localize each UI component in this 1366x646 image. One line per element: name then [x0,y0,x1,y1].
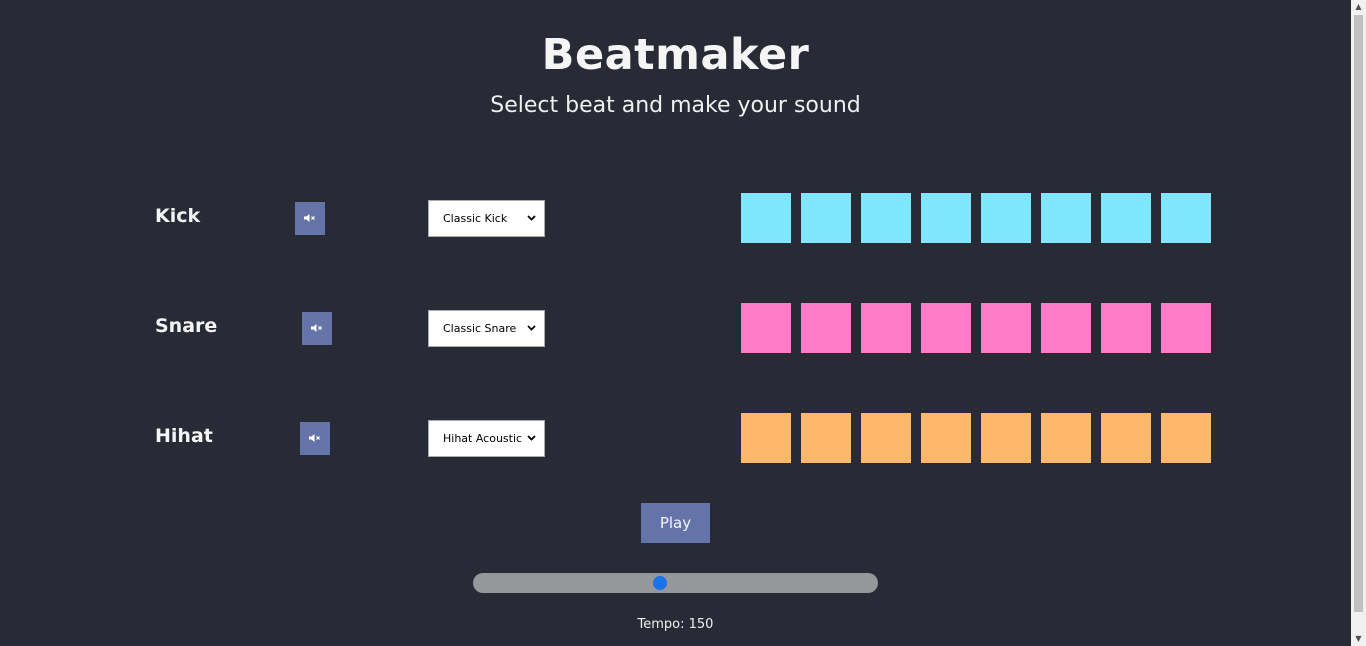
beat-pad-snare-4[interactable] [921,303,971,353]
chevron-down-icon [527,323,536,334]
track-kick: Kick Classic Kick [0,193,1351,243]
sound-select-snare[interactable]: Classic Snare [428,310,545,347]
track-name-snare: Snare [155,315,218,337]
pad-row-hihat [741,413,1211,463]
beat-pad-hihat-6[interactable] [1041,413,1091,463]
beat-pad-kick-1[interactable] [741,193,791,243]
beat-pad-hihat-8[interactable] [1161,413,1211,463]
beat-pad-snare-5[interactable] [981,303,1031,353]
mute-speaker-icon [311,321,323,336]
pad-row-snare [741,303,1211,353]
mute-button-kick[interactable] [295,202,325,235]
track-snare: Snare Classic Snare [0,303,1351,353]
beat-pad-hihat-4[interactable] [921,413,971,463]
beat-pad-kick-5[interactable] [981,193,1031,243]
track-name-hihat: Hihat [155,425,213,447]
chevron-down-icon [527,213,536,224]
beat-pad-snare-1[interactable] [741,303,791,353]
beat-pad-hihat-3[interactable] [861,413,911,463]
beat-pad-kick-7[interactable] [1101,193,1151,243]
vertical-scrollbar[interactable]: ▲ ▼ [1351,0,1366,646]
mute-speaker-icon [309,431,321,446]
beat-pad-hihat-5[interactable] [981,413,1031,463]
scroll-up-icon[interactable]: ▲ [1351,0,1366,14]
scroll-down-icon[interactable]: ▼ [1351,632,1366,646]
tempo-label: Tempo: 150 [637,617,714,632]
beat-pad-snare-6[interactable] [1041,303,1091,353]
beat-pad-snare-7[interactable] [1101,303,1151,353]
pad-row-kick [741,193,1211,243]
beat-pad-kick-6[interactable] [1041,193,1091,243]
tempo-slider[interactable] [473,573,878,593]
beat-pad-hihat-2[interactable] [801,413,851,463]
beat-pad-hihat-7[interactable] [1101,413,1151,463]
chevron-down-icon [527,433,536,444]
sound-select-kick[interactable]: Classic Kick [428,200,545,237]
beat-pad-snare-3[interactable] [861,303,911,353]
page-title: Beatmaker [541,30,810,80]
scrollbar-thumb[interactable] [1354,15,1363,612]
sound-select-hihat[interactable]: Hihat Acoustic [428,420,545,457]
sound-select-value: Classic Snare [443,322,517,335]
page-subtitle: Select beat and make your sound [490,93,861,118]
tempo-slider-thumb[interactable] [653,576,668,590]
play-button[interactable]: Play [641,503,710,543]
sound-select-value: Classic Kick [443,212,508,225]
beatmaker-page: Beatmaker Select beat and make your soun… [0,0,1351,646]
beat-pad-kick-8[interactable] [1161,193,1211,243]
mute-speaker-icon [304,211,316,226]
track-hihat: Hihat Hihat Acoustic [0,413,1351,463]
mute-button-hihat[interactable] [300,422,330,455]
beat-pad-hihat-1[interactable] [741,413,791,463]
beat-pad-kick-2[interactable] [801,193,851,243]
beat-pad-snare-2[interactable] [801,303,851,353]
sound-select-value: Hihat Acoustic [443,432,523,445]
beat-pad-snare-8[interactable] [1161,303,1211,353]
beat-pad-kick-4[interactable] [921,193,971,243]
track-name-kick: Kick [155,205,201,227]
beat-pad-kick-3[interactable] [861,193,911,243]
mute-button-snare[interactable] [302,312,332,345]
